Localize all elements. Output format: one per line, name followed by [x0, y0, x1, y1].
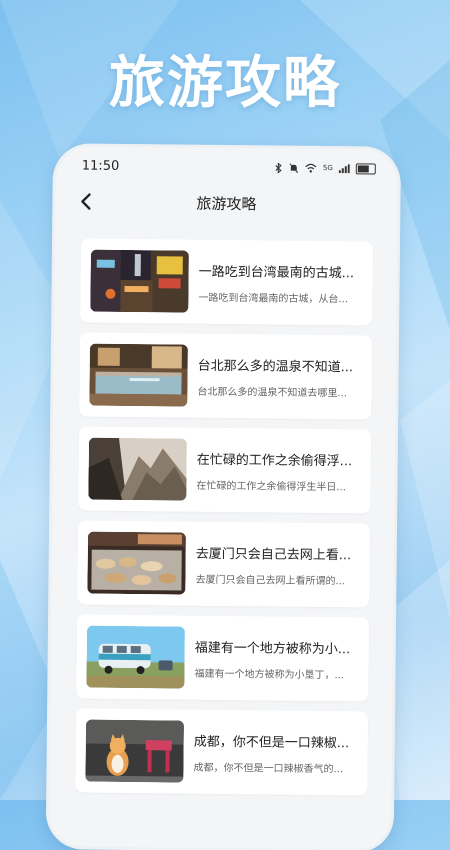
article-card[interactable]: 一路吃到台湾最南的古城... 一路吃到台湾最南的古城，从台... [80, 238, 374, 326]
article-summary: 一路吃到台湾最南的古城，从台... [198, 292, 349, 305]
article-summary: 成都，你不但是一口辣椒香气的... [193, 762, 344, 775]
battery-icon [355, 162, 376, 175]
wifi-icon [305, 163, 317, 173]
article-summary: 去厦门只会自己去网上看所谓的... [195, 574, 346, 587]
phone-mockup: 11:50 5G 旅游攻略 一路吃到台湾最南的古城... 一路吃到台湾最南的古城… [48, 146, 398, 850]
article-summary: 台北那么多的温泉不知道去哪里... [197, 386, 348, 399]
network-type: 5G [322, 164, 333, 173]
signal-icon [338, 163, 350, 173]
article-card[interactable]: 福建有一个地方被称为小... 福建有一个地方被称为小垦丁，... [76, 614, 370, 702]
article-title: 福建有一个地方被称为小... [194, 640, 351, 657]
article-title: 在忙碌的工作之余偷得浮... [196, 452, 353, 469]
article-title: 去厦门只会自己去网上看... [195, 546, 352, 563]
mute-bell-icon [289, 162, 299, 173]
nav-bar: 旅游攻略 [55, 186, 397, 220]
article-summary: 在忙碌的工作之余偷得浮生半日... [196, 480, 347, 493]
article-card[interactable]: 在忙碌的工作之余偷得浮... 在忙碌的工作之余偷得浮生半日... [78, 426, 372, 514]
article-title: 成都，你不但是一口辣椒... [193, 734, 350, 751]
status-bar: 11:50 5G [82, 156, 376, 177]
article-thumbnail [87, 531, 186, 595]
article-card[interactable]: 台北那么多的温泉不知道... 台北那么多的温泉不知道去哪里... [79, 332, 373, 420]
article-card[interactable]: 去厦门只会自己去网上看... 去厦门只会自己去网上看所谓的... [77, 520, 371, 608]
hero-title: 旅游攻略 [109, 51, 341, 116]
chevron-left-icon [81, 193, 91, 210]
bluetooth-icon [275, 162, 282, 174]
article-title: 台北那么多的温泉不知道... [197, 358, 354, 375]
article-thumbnail [90, 249, 189, 313]
article-thumbnail [88, 437, 187, 501]
back-button[interactable] [75, 188, 99, 214]
page-title: 旅游攻略 [196, 194, 257, 213]
article-summary: 福建有一个地方被称为小垦丁，... [194, 668, 345, 681]
status-icons: 5G [275, 162, 376, 175]
article-card[interactable]: 成都，你不但是一口辣椒... 成都，你不但是一口辣椒香气的... [75, 708, 369, 796]
article-thumbnail [89, 343, 188, 407]
article-thumbnail [86, 625, 185, 689]
article-list: 一路吃到台湾最南的古城... 一路吃到台湾最南的古城，从台... 台北那么多的温… [75, 238, 374, 805]
status-time: 11:50 [81, 157, 120, 174]
article-thumbnail [85, 719, 185, 783]
article-title: 一路吃到台湾最南的古城... [198, 264, 355, 281]
